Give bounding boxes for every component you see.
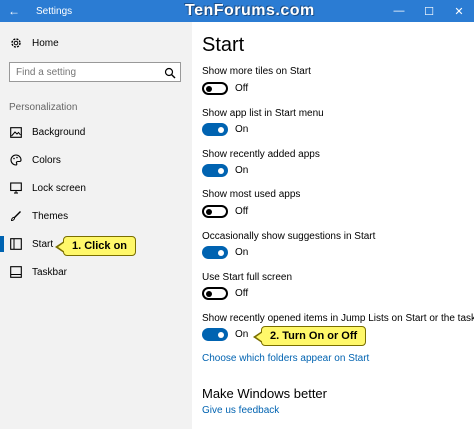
feedback-link[interactable]: Give us feedback — [202, 405, 279, 416]
sidebar-item-lock-screen[interactable]: Lock screen — [0, 175, 192, 201]
toggle-knob — [218, 167, 224, 174]
gear-icon — [9, 36, 23, 50]
setting-label: Show recently opened items in Jump Lists… — [202, 313, 474, 324]
toggle-state: Off — [235, 206, 249, 217]
toggle-state: Off — [235, 288, 249, 299]
picture-icon — [9, 125, 23, 139]
toggle-knob — [218, 126, 224, 133]
setting-label: Show app list in Start menu — [202, 108, 324, 119]
setting-label: Use Start full screen — [202, 272, 293, 283]
sidebar-item-label: Start — [32, 238, 54, 250]
sidebar-item-home[interactable]: Home — [0, 30, 192, 56]
callout-text: 2. Turn On or Off — [270, 330, 358, 342]
search-input[interactable] — [10, 66, 160, 78]
sidebar-item-taskbar[interactable]: Taskbar — [0, 259, 192, 285]
back-arrow-icon[interactable]: ← — [0, 0, 28, 22]
toggle-more-tiles[interactable] — [202, 82, 228, 95]
section-label: Personalization — [9, 102, 78, 113]
callout-arrow-fill — [256, 332, 263, 342]
callout-turn-on-off: 2. Turn On or Off — [253, 326, 367, 346]
minimize-button[interactable]: — — [384, 0, 414, 22]
setting-label: Occasionally show suggestions in Start — [202, 231, 376, 242]
callout-text: 1. Click on — [72, 240, 128, 252]
close-button[interactable]: ✕ — [444, 0, 474, 22]
toggle-jump-lists[interactable] — [202, 328, 228, 341]
toggle-knob — [206, 85, 212, 92]
toggle-state: On — [235, 247, 249, 258]
setting-label: Show more tiles on Start — [202, 66, 311, 77]
page-title: Start — [202, 34, 245, 56]
toggle-state: On — [235, 329, 249, 340]
toggle-app-list[interactable] — [202, 123, 228, 136]
toggle-knob — [218, 331, 224, 338]
watermark: TenForums.com — [185, 2, 315, 19]
toggle-state: Off — [235, 83, 249, 94]
make-windows-better-heading: Make Windows better — [202, 386, 327, 401]
search-box — [9, 62, 181, 82]
toggle-full-screen[interactable] — [202, 287, 228, 300]
sidebar-item-label: Themes — [32, 210, 69, 222]
toggle-state: On — [235, 124, 249, 135]
main-content: Start Show more tiles on Start Off Show … — [192, 22, 474, 429]
toggle-most-used[interactable] — [202, 205, 228, 218]
start-icon — [9, 237, 23, 251]
window-title: Settings — [36, 5, 73, 17]
toggle-knob — [218, 249, 224, 256]
sidebar-item-colors[interactable]: Colors — [0, 147, 192, 173]
sidebar-item-label: Lock screen — [32, 182, 86, 194]
toggle-suggestions[interactable] — [202, 246, 228, 259]
sidebar-item-label: Background — [32, 126, 86, 138]
toggle-recently-added[interactable] — [202, 164, 228, 177]
setting-label: Show most used apps — [202, 189, 301, 200]
sidebar-item-themes[interactable]: Themes — [0, 203, 192, 229]
active-indicator — [0, 236, 4, 252]
sidebar-item-label: Colors — [32, 154, 61, 166]
title-bar: ← Settings TenForums.com — ☐ ✕ — [0, 0, 474, 22]
callout-arrow-fill — [58, 242, 65, 252]
sidebar-item-label: Home — [32, 37, 59, 49]
lock-screen-icon — [9, 181, 23, 195]
palette-icon — [9, 153, 23, 167]
window-controls: — ☐ ✕ — [384, 0, 474, 22]
sidebar-item-label: Taskbar — [32, 266, 68, 278]
toggle-state: On — [235, 165, 249, 176]
toggle-knob — [206, 208, 212, 215]
brush-icon — [9, 209, 23, 223]
toggle-knob — [206, 290, 212, 297]
sidebar: Home Personalization Background Colors L… — [0, 22, 192, 429]
search-icon[interactable] — [164, 66, 176, 84]
sidebar-item-background[interactable]: Background — [0, 119, 192, 145]
taskbar-icon — [9, 265, 23, 279]
maximize-button[interactable]: ☐ — [414, 0, 444, 22]
callout-click-on: 1. Click on — [55, 236, 137, 256]
setting-label: Show recently added apps — [202, 149, 320, 160]
folders-link[interactable]: Choose which folders appear on Start — [202, 353, 369, 364]
